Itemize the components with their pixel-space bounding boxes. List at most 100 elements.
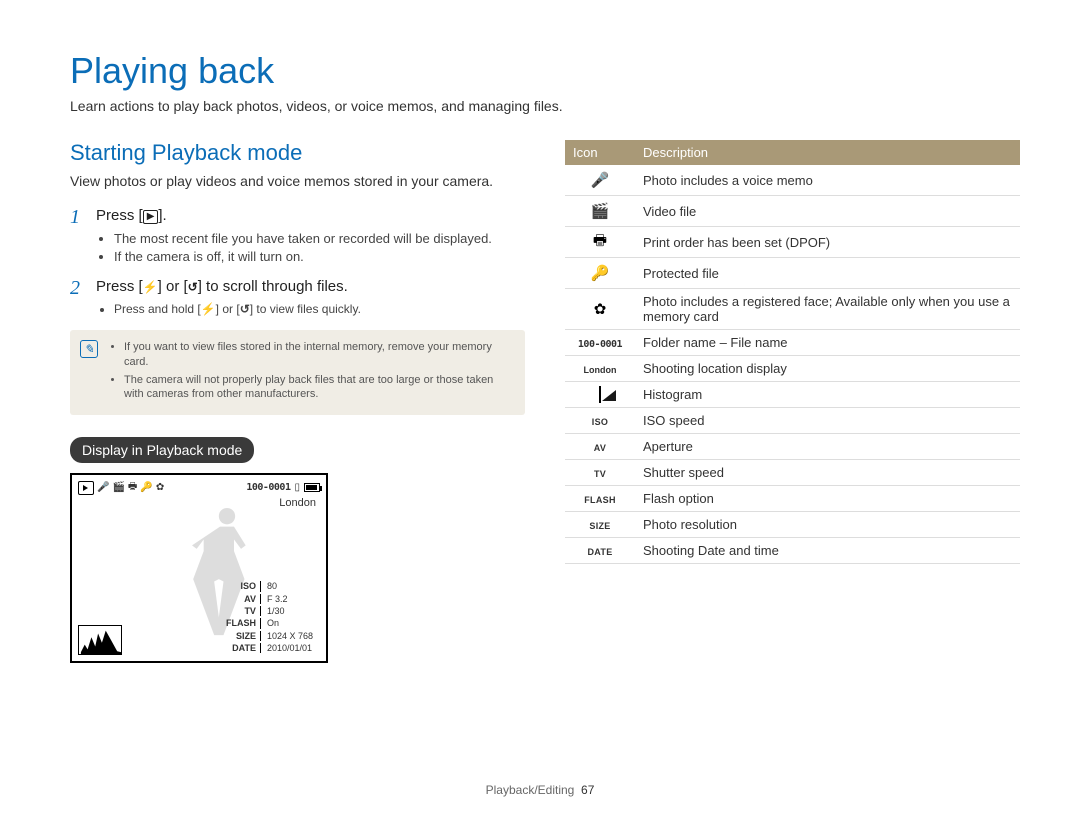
icon-description: Flash option: [635, 486, 1020, 512]
histogram-icon: [599, 386, 601, 403]
location-display: London: [279, 497, 316, 509]
step-2: 2 Press [⚡] or [↺] to scroll through fil…: [70, 278, 525, 298]
table-row: DATE Shooting Date and time: [565, 538, 1020, 564]
meta-label: AV: [223, 594, 261, 604]
table-row: ✿ Photo includes a registered face; Avail…: [565, 289, 1020, 330]
video-file-icon: 🎬: [588, 201, 612, 221]
meta-label: DATE: [223, 643, 261, 653]
meta-value: 80: [263, 581, 316, 591]
note-item: The camera will not properly play back f…: [124, 373, 513, 403]
icon-description: Aperture: [635, 434, 1020, 460]
table-row: 🎬 Video file: [565, 196, 1020, 227]
step-text: ].: [158, 207, 166, 224]
meta-value: F 3.2: [263, 594, 316, 604]
icon-description: Shutter speed: [635, 460, 1020, 486]
subsection-pill: Display in Playback mode: [70, 437, 254, 463]
protected-file-icon: 🔑: [140, 482, 152, 493]
note-item: If you want to view files stored in the …: [124, 340, 513, 370]
page-footer: Playback/Editing 67: [0, 783, 1080, 797]
protected-file-icon: 🔑: [588, 263, 612, 283]
table-header-description: Description: [635, 140, 1020, 165]
flash-nav-icon: ⚡: [143, 280, 158, 294]
icon-description: Shooting location display: [635, 356, 1020, 382]
step-1-sublist: The most recent file you have taken or r…: [100, 231, 525, 264]
icon-description: Photo includes a registered face; Availa…: [635, 289, 1020, 330]
voice-memo-icon: 🎤: [588, 170, 612, 190]
location-label-icon: London: [584, 365, 617, 375]
meta-label: SIZE: [223, 631, 261, 641]
table-row: 🖶 Print order has been set (DPOF): [565, 227, 1020, 258]
step-detail: If the camera is off, it will turn on.: [114, 249, 525, 264]
table-row: AV Aperture: [565, 434, 1020, 460]
tv-label-icon: TV: [594, 469, 606, 479]
icon-description: Video file: [635, 196, 1020, 227]
step-text: Press [: [96, 278, 143, 295]
icon-description: Histogram: [635, 382, 1020, 408]
step-text: Press [: [96, 207, 143, 224]
meta-label: TV: [223, 606, 261, 616]
histogram-display: [78, 625, 122, 655]
playback-display-example: 🎤 🎬 🖶 🔑 ✿ 100-0001 ▯ London: [70, 473, 328, 663]
table-header-icon: Icon: [565, 140, 635, 165]
icon-description: Photo includes a voice memo: [635, 165, 1020, 196]
icon-description: ISO speed: [635, 408, 1020, 434]
folder-file-name-icon: 100-0001: [578, 339, 622, 350]
registered-face-icon: ✿: [588, 299, 612, 319]
meta-value: 1024 X 768: [263, 631, 316, 641]
playback-button-icon: ▶: [143, 210, 159, 224]
table-row: ISO ISO speed: [565, 408, 1020, 434]
meta-value: 1/30: [263, 606, 316, 616]
table-row: SIZE Photo resolution: [565, 512, 1020, 538]
table-row: 100-0001 Folder name – File name: [565, 330, 1020, 356]
iso-label-icon: ISO: [592, 417, 608, 427]
section-desc: View photos or play videos and voice mem…: [70, 172, 525, 191]
av-label-icon: AV: [594, 443, 606, 453]
footer-section: Playback/Editing: [486, 783, 575, 797]
meta-value: 2010/01/01: [263, 643, 316, 653]
memory-card-icon: ▯: [294, 482, 300, 493]
voice-memo-icon: 🎤: [97, 482, 109, 493]
flash-nav-icon: ⚡: [201, 302, 216, 316]
playback-mode-icon: [78, 481, 94, 495]
table-row: TV Shutter speed: [565, 460, 1020, 486]
table-row: 🎤 Photo includes a voice memo: [565, 165, 1020, 196]
step-detail: The most recent file you have taken or r…: [114, 231, 525, 246]
step-text: ] to scroll through files.: [198, 278, 348, 295]
folder-file-name: 100-0001: [246, 482, 290, 493]
timer-nav-icon: ↺: [188, 280, 198, 294]
flash-label-icon: FLASH: [584, 495, 616, 505]
icon-description-table: Icon Description 🎤 Photo includes a voice…: [565, 140, 1020, 564]
meta-label: FLASH: [223, 618, 261, 628]
footer-page-number: 67: [581, 783, 594, 797]
meta-label: ISO: [223, 581, 261, 591]
step-number: 2: [70, 278, 86, 298]
note-icon: ✎: [80, 340, 98, 358]
icon-description: Print order has been set (DPOF): [635, 227, 1020, 258]
print-order-icon: 🖶: [588, 232, 612, 252]
timer-nav-icon: ↺: [240, 302, 250, 316]
section-heading: Starting Playback mode: [70, 140, 525, 166]
step-detail: Press and hold [⚡] or [↺] to view files …: [114, 302, 525, 316]
print-order-icon: 🖶: [128, 479, 137, 496]
page-intro: Learn actions to play back photos, video…: [70, 98, 1020, 114]
page-title: Playing back: [70, 50, 1020, 92]
step-2-sublist: Press and hold [⚡] or [↺] to view files …: [100, 302, 525, 316]
table-row: 🔑 Protected file: [565, 258, 1020, 289]
icon-description: Protected file: [635, 258, 1020, 289]
table-row: FLASH Flash option: [565, 486, 1020, 512]
photo-metadata: ISO80 AVF 3.2 TV1/30 FLASHOn SIZE1024 X …: [221, 579, 318, 655]
step-text: ] or [: [158, 278, 188, 295]
registered-face-icon: ✿: [156, 482, 164, 493]
battery-icon: [304, 483, 320, 492]
video-file-icon: 🎬: [112, 482, 124, 493]
icon-description: Shooting Date and time: [635, 538, 1020, 564]
step-1: 1 Press [▶].: [70, 207, 525, 227]
icon-description: Folder name – File name: [635, 330, 1020, 356]
meta-value: On: [263, 618, 316, 628]
table-row: London Shooting location display: [565, 356, 1020, 382]
note-box: ✎ If you want to view files stored in th…: [70, 330, 525, 415]
date-label-icon: DATE: [587, 547, 612, 557]
size-label-icon: SIZE: [589, 521, 610, 531]
step-number: 1: [70, 207, 86, 227]
icon-description: Photo resolution: [635, 512, 1020, 538]
